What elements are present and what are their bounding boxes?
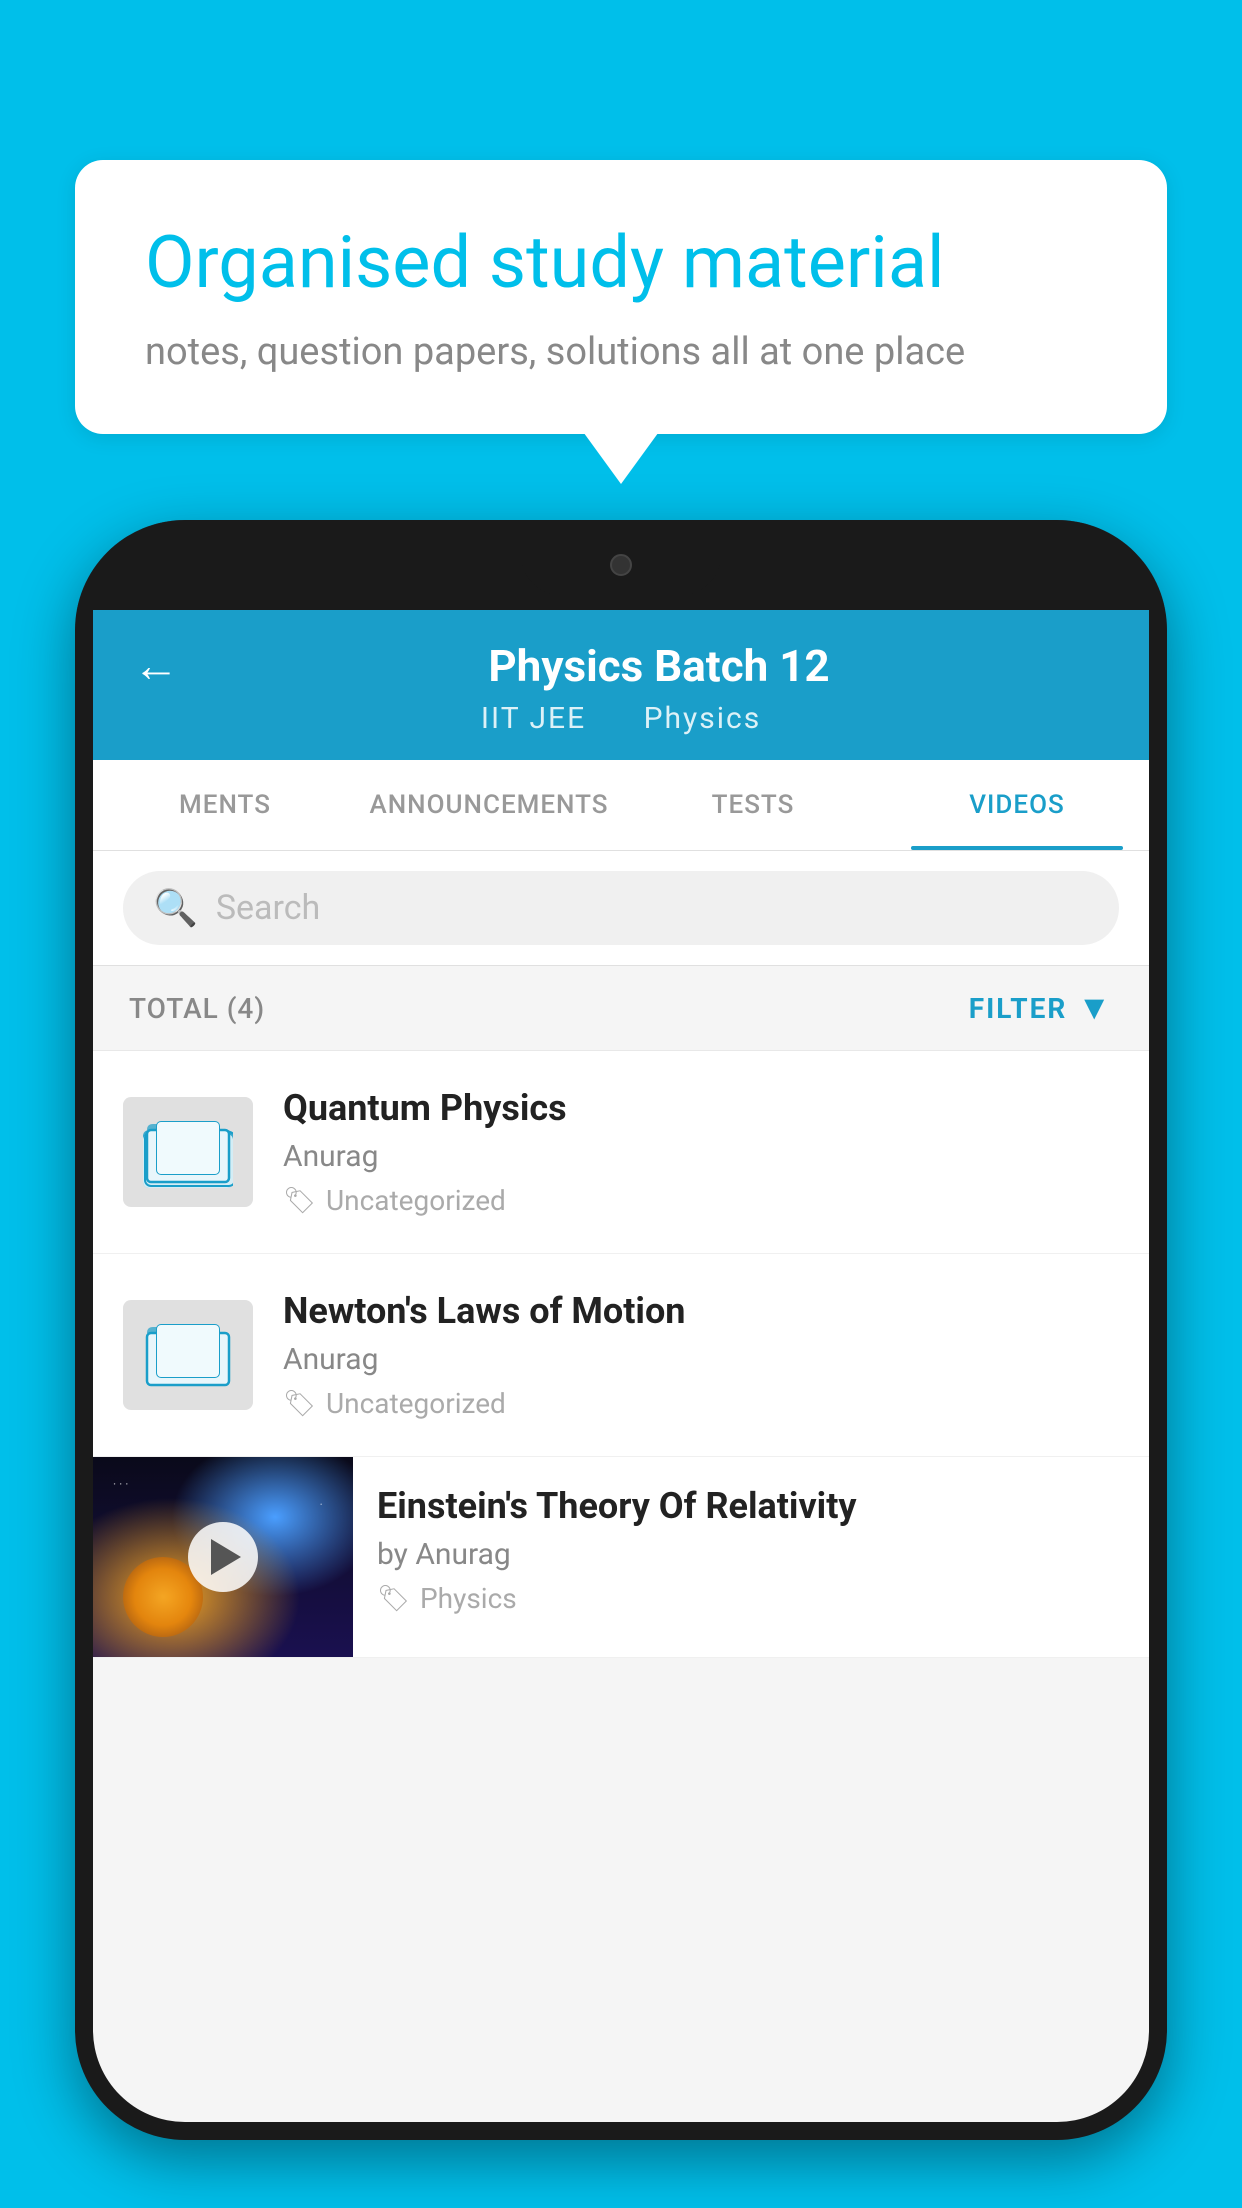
video-info-1: Quantum Physics Anurag 🏷 Uncategorized [283, 1087, 1119, 1217]
phone-screen: ← Physics Batch 12 IIT JEE Physics MENTS… [93, 610, 1149, 2122]
tabs-bar: MENTS ANNOUNCEMENTS TESTS VIDEOS [93, 760, 1149, 851]
filter-funnel-icon: ▼ [1077, 988, 1113, 1028]
tab-ments[interactable]: MENTS [93, 760, 357, 850]
filter-row: TOTAL (4) FILTER ▼ [93, 966, 1149, 1051]
front-camera [610, 554, 632, 576]
tab-videos[interactable]: VIDEOS [885, 760, 1149, 850]
video-author-2: Anurag [283, 1342, 1119, 1377]
app-header: ← Physics Batch 12 IIT JEE Physics [93, 610, 1149, 760]
tag-icon-2: 🏷 [283, 1389, 316, 1419]
play-triangle-icon [211, 1539, 241, 1575]
video-tag-3: 🏷 Physics [377, 1582, 1125, 1615]
header-top: ← Physics Batch 12 [133, 638, 1109, 693]
video-author-3: by Anurag [377, 1537, 1125, 1572]
tag-text-1: Uncategorized [326, 1184, 506, 1217]
tag-icon-3: 🏷 [377, 1584, 410, 1614]
header-subtitle: IIT JEE Physics [469, 701, 773, 736]
batch-title: Physics Batch 12 [209, 640, 1109, 692]
back-button[interactable]: ← [133, 638, 179, 693]
video-title-3: Einstein's Theory Of Relativity [377, 1485, 1125, 1527]
video-title-1: Quantum Physics [283, 1087, 1119, 1129]
play-button[interactable] [188, 1522, 258, 1592]
phone-notch [75, 520, 1167, 610]
search-placeholder: Search [216, 888, 320, 928]
tab-tests[interactable]: TESTS [621, 760, 885, 850]
tag-text-2: Uncategorized [326, 1387, 506, 1420]
search-icon: 🔍 [153, 887, 198, 929]
video-thumbnail-einstein: · · · · [93, 1457, 353, 1657]
video-info-3: Einstein's Theory Of Relativity by Anura… [353, 1457, 1149, 1643]
tag-icon-1: 🏷 [283, 1186, 316, 1216]
speech-bubble-heading: Organised study material [145, 220, 1097, 306]
phone-frame: 14:29 ▾◂ ▂▄▆ ▮ ← Physics Batch 12 IIT JE… [75, 520, 1167, 2140]
subtitle-iitjee: IIT JEE [481, 701, 586, 736]
folder-thumbnail-1 [123, 1097, 253, 1207]
video-tag-1: 🏷 Uncategorized [283, 1184, 1119, 1217]
folder-icon-1 [143, 1112, 233, 1192]
folder-thumbnail-2 [123, 1300, 253, 1410]
folder-icon-2 [143, 1315, 233, 1395]
subtitle-physics: Physics [644, 701, 762, 736]
tag-text-3: Physics [420, 1582, 517, 1615]
total-count: TOTAL (4) [129, 992, 265, 1025]
video-list: Quantum Physics Anurag 🏷 Uncategorized [93, 1051, 1149, 1658]
tab-announcements[interactable]: ANNOUNCEMENTS [357, 760, 621, 850]
filter-label: FILTER [969, 992, 1068, 1025]
list-item[interactable]: Newton's Laws of Motion Anurag 🏷 Uncateg… [93, 1254, 1149, 1457]
filter-button[interactable]: FILTER ▼ [969, 988, 1113, 1028]
video-tag-2: 🏷 Uncategorized [283, 1387, 1119, 1420]
speech-bubble: Organised study material notes, question… [75, 160, 1167, 434]
video-author-1: Anurag [283, 1139, 1119, 1174]
video-info-2: Newton's Laws of Motion Anurag 🏷 Uncateg… [283, 1290, 1119, 1420]
list-item[interactable]: · · · · Einstein's Theory Of Relativity … [93, 1457, 1149, 1658]
list-item[interactable]: Quantum Physics Anurag 🏷 Uncategorized [93, 1051, 1149, 1254]
notch-cutout [521, 535, 721, 595]
video-title-2: Newton's Laws of Motion [283, 1290, 1119, 1332]
search-bar-container: 🔍 Search [93, 851, 1149, 966]
search-input[interactable]: 🔍 Search [123, 871, 1119, 945]
speech-bubble-subtext: notes, question papers, solutions all at… [145, 330, 1097, 374]
